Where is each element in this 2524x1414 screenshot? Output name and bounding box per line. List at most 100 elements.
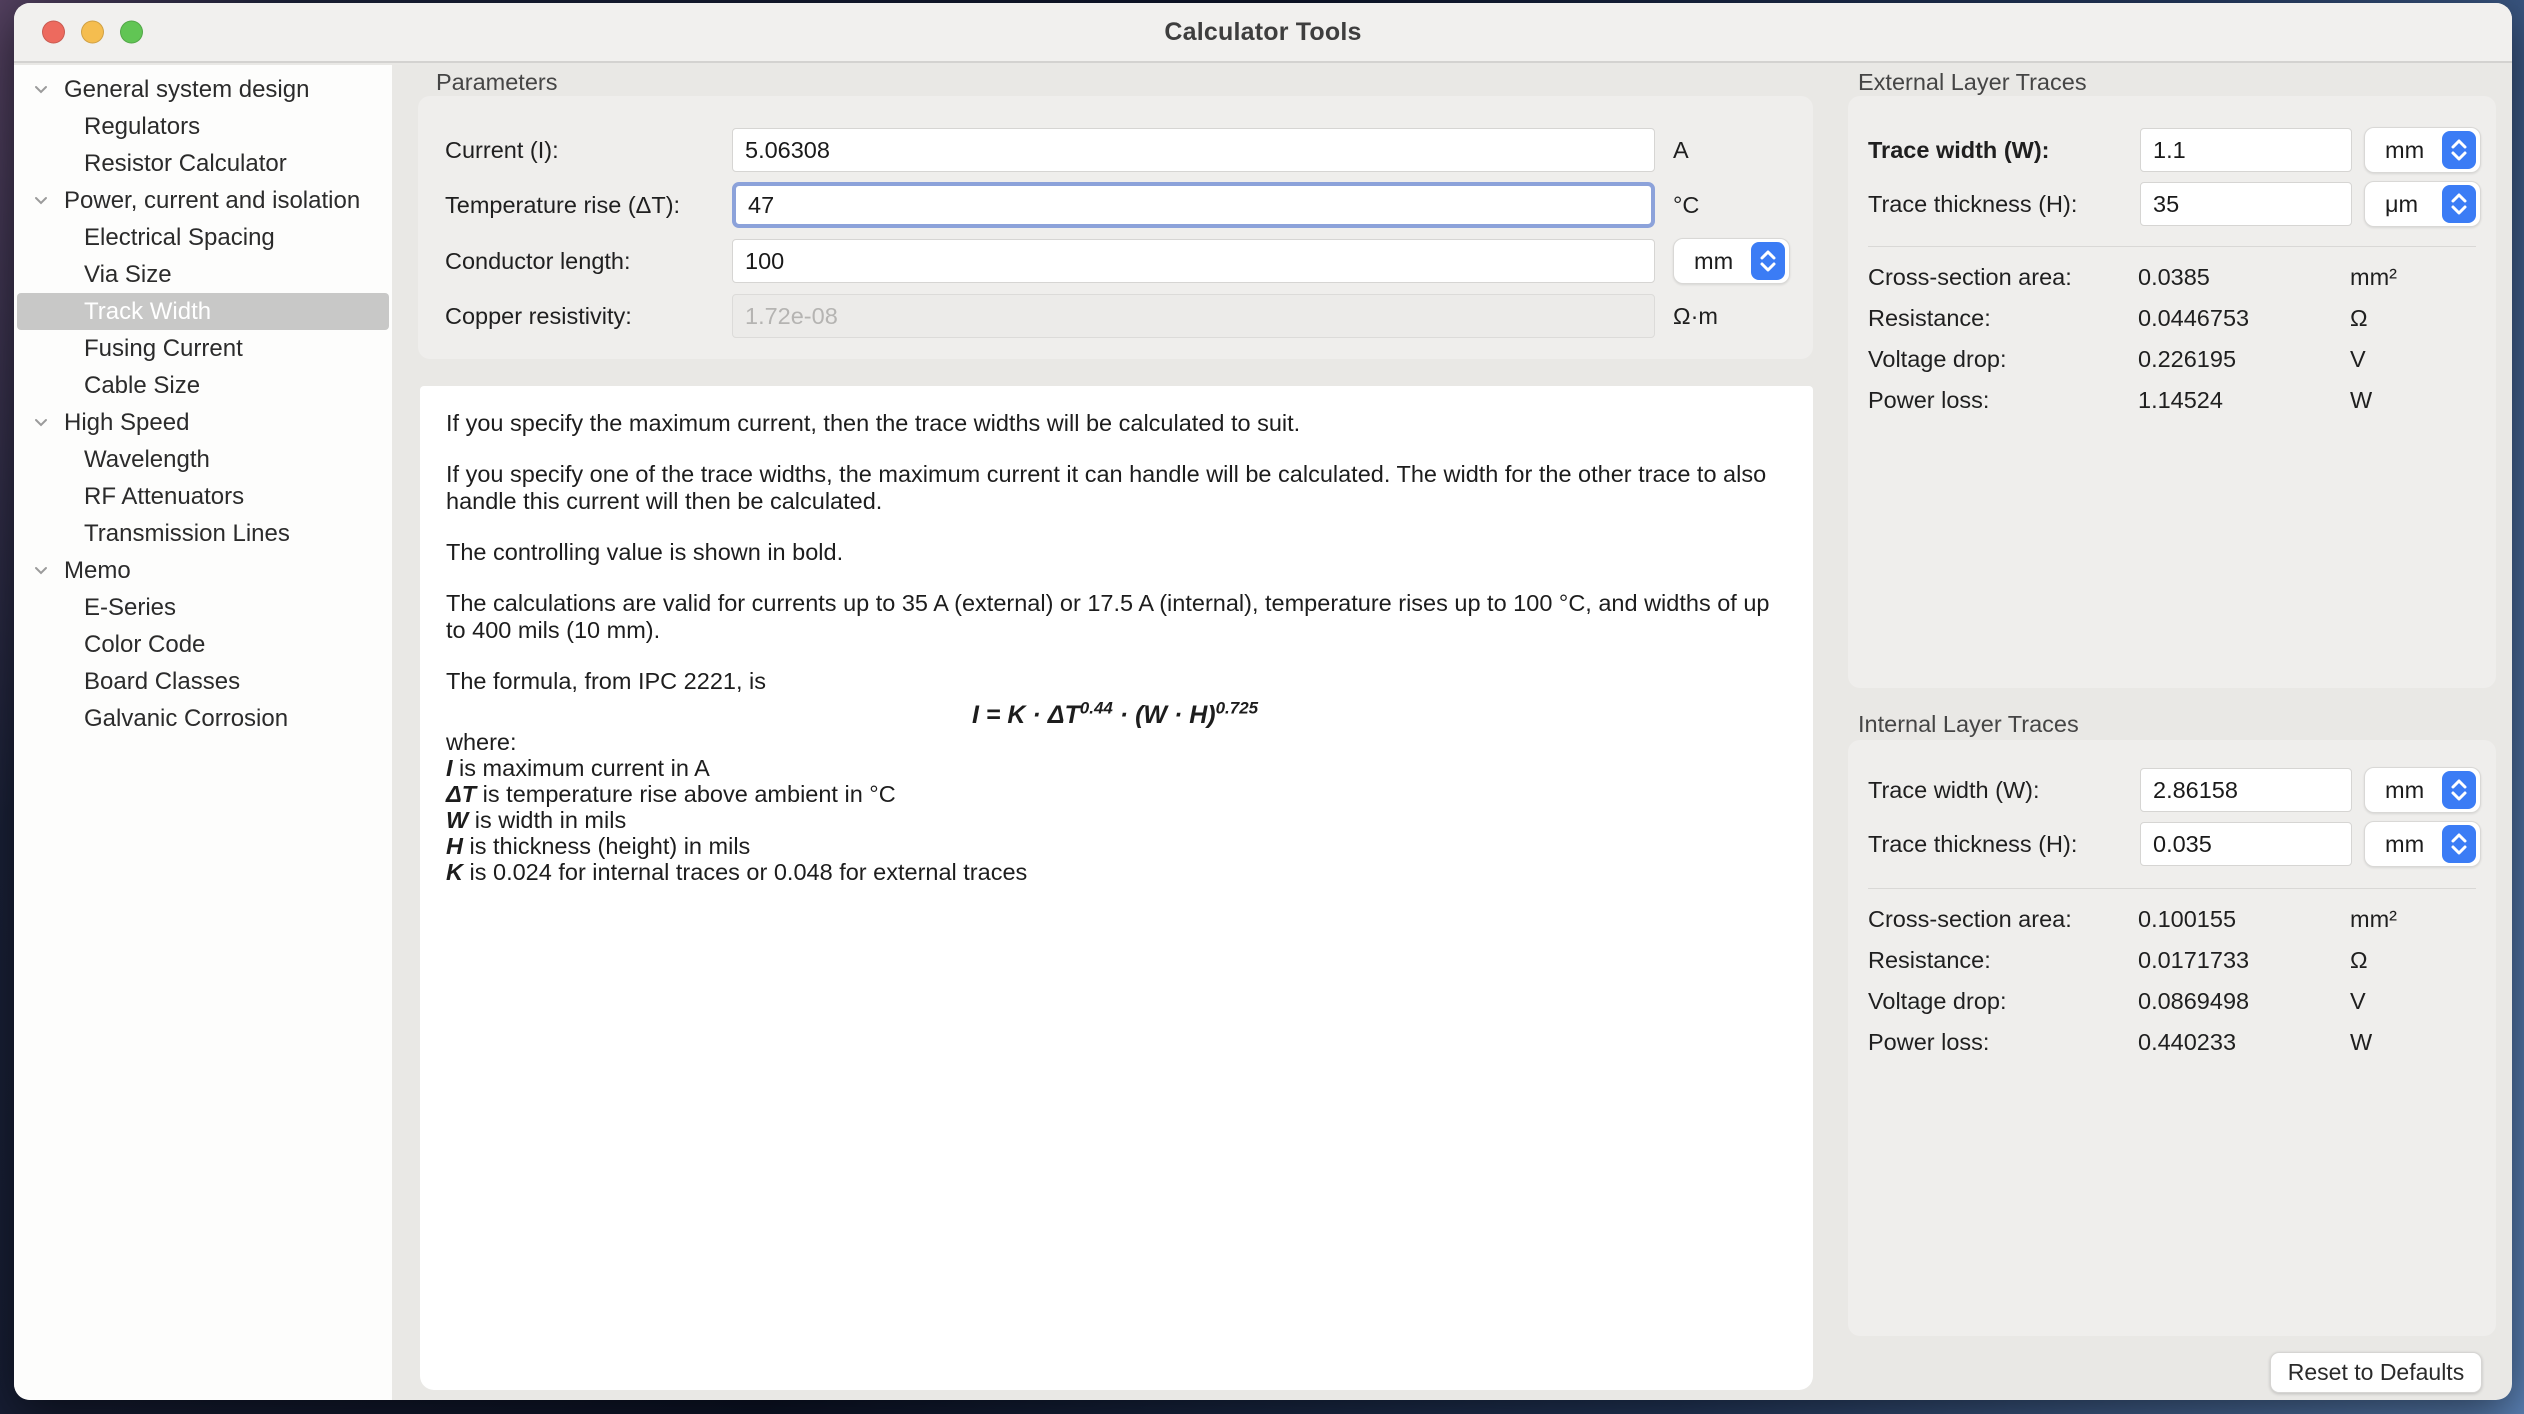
internal-results: Cross-section area: 0.100155 mm² Resista…: [1868, 904, 2397, 1057]
external-trace-thickness-label: Trace thickness (H):: [1868, 191, 2128, 218]
sidebar-item-electrical-spacing[interactable]: Electrical Spacing: [14, 219, 392, 256]
stepper-icon: [2442, 825, 2476, 863]
ipc2221-formula: I = K · ΔT0.44 · (W · H)0.725: [446, 695, 1787, 729]
legend-line: ΔT is temperature rise above ambient in …: [446, 781, 1787, 807]
sidebar-item-label: Power, current and isolation: [64, 187, 360, 215]
internal-trace-fields: Trace width (W): mm Trace thickness (H):…: [1868, 767, 2481, 867]
sidebar-item-track-width[interactable]: Track Width: [17, 293, 389, 330]
result-label: Power loss:: [1868, 385, 2138, 415]
result-value: 0.0869498: [2138, 986, 2350, 1016]
calculator-tree-sidebar: General system design Regulators Resisto…: [14, 65, 392, 1400]
sidebar-item-cable-size[interactable]: Cable Size: [14, 367, 392, 404]
result-value: 0.440233: [2138, 1027, 2350, 1057]
internal-trace-width-unit-select[interactable]: mm: [2364, 767, 2481, 813]
sidebar-item-label: Memo: [64, 557, 131, 585]
sidebar-item-color-code[interactable]: Color Code: [14, 626, 392, 663]
help-paragraph: The calculations are valid for currents …: [446, 590, 1787, 644]
sidebar-item-general-system-design[interactable]: General system design: [14, 71, 392, 108]
external-trace-width-input[interactable]: [2140, 128, 2352, 172]
conductor-length-input[interactable]: [732, 239, 1655, 283]
internal-trace-thickness-input[interactable]: [2140, 822, 2352, 866]
external-trace-width-label: Trace width (W):: [1868, 137, 2128, 164]
sidebar-item-label: Track Width: [84, 298, 211, 326]
sidebar-item-galvanic-corrosion[interactable]: Galvanic Corrosion: [14, 700, 392, 737]
external-trace-thickness-input[interactable]: [2140, 182, 2352, 226]
sidebar-item-high-speed[interactable]: High Speed: [14, 404, 392, 441]
sidebar-item-label: Color Code: [84, 631, 205, 659]
stepper-icon: [2442, 771, 2476, 809]
result-label: Resistance:: [1868, 303, 2138, 333]
reset-to-defaults-button[interactable]: Reset to Defaults: [2270, 1352, 2482, 1393]
current-label: Current (I):: [445, 137, 732, 164]
close-button[interactable]: [42, 21, 65, 44]
minimize-button[interactable]: [81, 21, 104, 44]
legend-line: H is thickness (height) in mils: [446, 833, 1787, 859]
legend-line: W is width in mils: [446, 807, 1787, 833]
conductor-length-unit-select[interactable]: mm: [1673, 238, 1790, 284]
sidebar-item-transmission-lines[interactable]: Transmission Lines: [14, 515, 392, 552]
sidebar-item-label: E-Series: [84, 594, 176, 622]
internal-trace-width-input[interactable]: [2140, 768, 2352, 812]
temperature-rise-input[interactable]: [732, 182, 1655, 228]
sidebar-item-memo[interactable]: Memo: [14, 552, 392, 589]
help-paragraph: The controlling value is shown in bold.: [446, 539, 1787, 566]
help-paragraph: If you specify the maximum current, then…: [446, 410, 1787, 437]
external-trace-fields: Trace width (W): mm Trace thickness (H):…: [1868, 127, 2481, 227]
chevron-down-icon[interactable]: [31, 414, 51, 432]
formula-legend: where: I is maximum current in A ΔT is t…: [446, 729, 1787, 885]
external-separator: [1868, 246, 2476, 247]
unit-select-value: μm: [2385, 191, 2418, 218]
sidebar-item-regulators[interactable]: Regulators: [14, 108, 392, 145]
sidebar-item-via-size[interactable]: Via Size: [14, 256, 392, 293]
help-text-panel: If you specify the maximum current, then…: [420, 386, 1813, 1390]
result-unit: V: [2350, 986, 2397, 1016]
legend-line: I is maximum current in A: [446, 755, 1787, 781]
parameters-fields: Current (I): A Temperature rise (ΔT): °C…: [445, 128, 1790, 338]
internal-layer-caption: Internal Layer Traces: [1858, 711, 2079, 738]
where-label: where:: [446, 729, 1787, 755]
sidebar-item-fusing-current[interactable]: Fusing Current: [14, 330, 392, 367]
sidebar-item-board-classes[interactable]: Board Classes: [14, 663, 392, 700]
stepper-icon: [1751, 242, 1785, 280]
chevron-down-icon[interactable]: [31, 562, 51, 580]
result-value: 1.14524: [2138, 385, 2350, 415]
sidebar-item-label: Electrical Spacing: [84, 224, 275, 252]
sidebar-item-rf-attenuators[interactable]: RF Attenuators: [14, 478, 392, 515]
unit-select-value: mm: [2385, 831, 2424, 858]
unit-select-value: mm: [1694, 248, 1733, 275]
sidebar-item-label: Via Size: [84, 261, 172, 289]
sidebar-item-label: Cable Size: [84, 372, 200, 400]
sidebar-item-power-current-and-isolation[interactable]: Power, current and isolation: [14, 182, 392, 219]
parameters-caption: Parameters: [436, 69, 557, 96]
sidebar-item-e-series[interactable]: E-Series: [14, 589, 392, 626]
chevron-down-icon[interactable]: [31, 192, 51, 210]
zoom-button[interactable]: [120, 21, 143, 44]
sidebar-item-label: General system design: [64, 76, 309, 104]
stepper-icon: [2442, 131, 2476, 169]
sidebar-item-wavelength[interactable]: Wavelength: [14, 441, 392, 478]
sidebar-item-label: Transmission Lines: [84, 520, 290, 548]
sidebar-item-label: High Speed: [64, 409, 189, 437]
help-paragraph: The formula, from IPC 2221, is: [446, 668, 1787, 695]
sidebar-item-resistor-calculator[interactable]: Resistor Calculator: [14, 145, 392, 182]
copper-resistivity-input: [732, 294, 1655, 338]
result-label: Voltage drop:: [1868, 344, 2138, 374]
traffic-lights: [42, 21, 143, 44]
sidebar-item-label: Regulators: [84, 113, 200, 141]
result-value: 0.100155: [2138, 904, 2350, 934]
sidebar-item-label: Resistor Calculator: [84, 150, 287, 178]
result-unit: mm²: [2350, 904, 2397, 934]
external-layer-caption: External Layer Traces: [1858, 69, 2087, 96]
internal-trace-thickness-unit-select[interactable]: mm: [2364, 821, 2481, 867]
external-trace-width-unit-select[interactable]: mm: [2364, 127, 2481, 173]
copper-resistivity-label: Copper resistivity:: [445, 303, 732, 330]
internal-trace-thickness-label: Trace thickness (H):: [1868, 831, 2128, 858]
title-bar[interactable]: Calculator Tools: [14, 3, 2512, 63]
chevron-down-icon[interactable]: [31, 81, 51, 99]
internal-trace-width-label: Trace width (W):: [1868, 777, 2128, 804]
current-input[interactable]: [732, 128, 1655, 172]
conductor-length-label: Conductor length:: [445, 248, 732, 275]
external-trace-thickness-unit-select[interactable]: μm: [2364, 181, 2481, 227]
sidebar-item-label: Wavelength: [84, 446, 210, 474]
external-results: Cross-section area: 0.0385 mm² Resistanc…: [1868, 262, 2397, 415]
